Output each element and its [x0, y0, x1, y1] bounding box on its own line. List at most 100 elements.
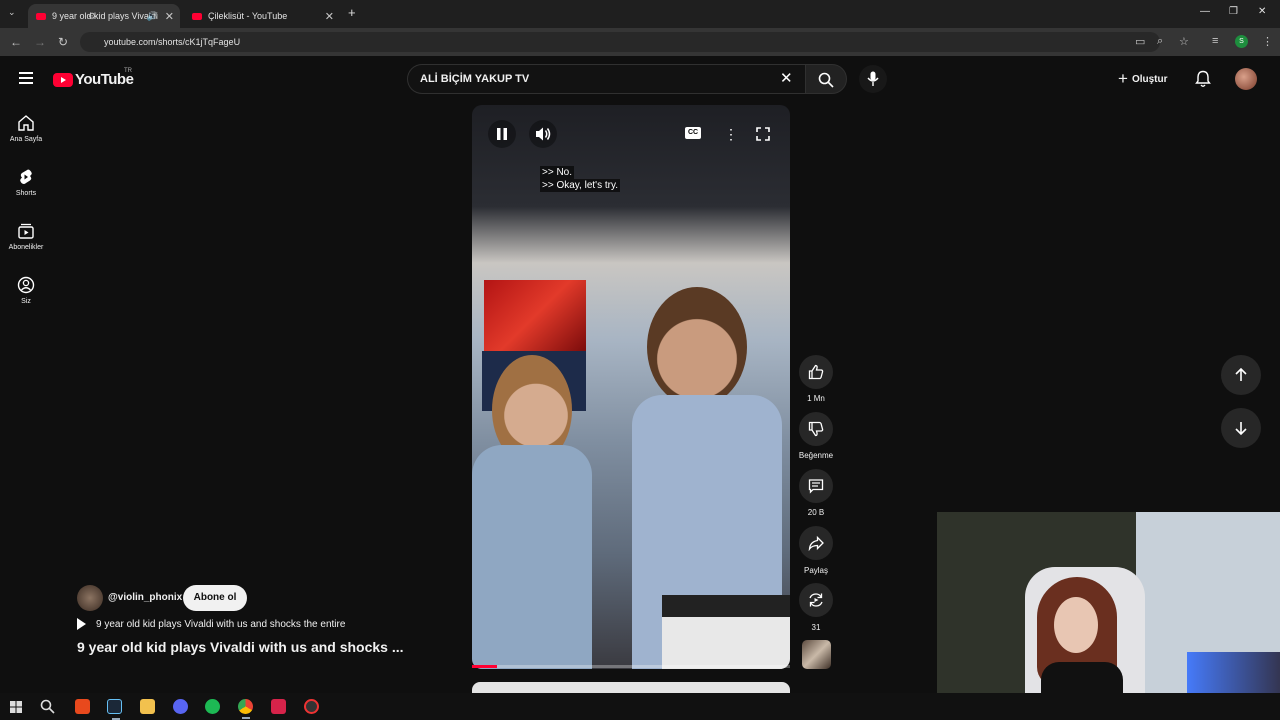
sidebar-item-you[interactable]: Siz	[0, 276, 52, 305]
subscribe-button[interactable]: Abone ol	[183, 585, 247, 611]
steam-icon[interactable]	[107, 699, 122, 720]
account-avatar[interactable]	[1235, 68, 1257, 90]
sidebar-item-label: Abonelikler	[8, 244, 44, 251]
site-info-icon[interactable]: ⚙	[88, 11, 96, 22]
media-controls-icon[interactable]: ≡	[1212, 35, 1218, 47]
minimize-icon[interactable]: —	[1200, 6, 1210, 17]
close-window-icon[interactable]: ✕	[1258, 6, 1266, 17]
play-icon	[77, 618, 86, 630]
url-field[interactable]: youtube.com/shorts/cK1jTqFageU	[80, 32, 1160, 52]
dislike-button[interactable]	[799, 412, 833, 446]
plus-icon: +	[1118, 69, 1128, 88]
share-button[interactable]	[799, 526, 833, 560]
back-icon[interactable]: ←	[10, 35, 22, 49]
comment-icon	[808, 479, 824, 494]
sound-thumbnail[interactable]	[802, 640, 831, 669]
sidebar-item-shorts[interactable]: Shorts	[0, 168, 52, 197]
remix-button[interactable]	[799, 583, 833, 617]
shorts-video-player[interactable]	[472, 105, 790, 669]
create-button[interactable]: + Oluştur	[1112, 67, 1174, 91]
remix-count: 31	[811, 623, 821, 632]
channel-avatar[interactable]	[77, 585, 103, 611]
video-captions: >> No. >> Okay, let's try.	[540, 166, 621, 192]
clear-search-icon[interactable]: ✕	[780, 69, 793, 87]
thumbs-up-icon	[808, 364, 824, 380]
browser-profile-avatar[interactable]: S	[1235, 35, 1248, 48]
youtube-favicon-icon	[192, 12, 202, 20]
captions-button[interactable]: CC	[685, 127, 701, 139]
url-text: youtube.com/shorts/cK1jTqFageU	[104, 37, 241, 47]
like-button[interactable]	[799, 355, 833, 389]
brave-browser-icon[interactable]	[75, 699, 90, 714]
home-icon	[18, 115, 34, 131]
new-tab-icon[interactable]: +	[348, 5, 356, 20]
youtube-logo[interactable]: YouTube TR	[53, 68, 134, 88]
channel-name[interactable]: @violin_phonix	[108, 592, 182, 603]
arrow-down-icon	[1235, 422, 1247, 436]
caption-line: >> No.	[540, 166, 575, 179]
search-button[interactable]	[805, 64, 847, 94]
youtube-play-icon	[53, 72, 73, 87]
forward-icon[interactable]: →	[34, 35, 46, 49]
volume-button[interactable]	[529, 120, 557, 148]
region-code: TR	[124, 68, 132, 74]
sidebar-item-label: Shorts	[15, 190, 37, 197]
pause-button[interactable]	[488, 120, 516, 148]
video-progress-fill	[472, 665, 498, 668]
search-box[interactable]: ALİ BİÇİM YAKUP TV	[407, 64, 805, 94]
voice-search-button[interactable]	[859, 65, 887, 93]
windows-start-icon[interactable]	[10, 701, 22, 713]
previous-short-button[interactable]	[1221, 355, 1261, 395]
search-input[interactable]: ALİ BİÇİM YAKUP TV	[420, 73, 529, 85]
file-explorer-icon[interactable]	[140, 699, 155, 714]
hamburger-menu-icon[interactable]	[19, 72, 33, 87]
zoom-icon[interactable]: ⌕	[1157, 35, 1163, 48]
tab-title: Çileklisüt - YouTube	[208, 11, 288, 21]
fullscreen-icon[interactable]	[756, 127, 770, 141]
dislike-label: Beğenme	[798, 451, 834, 460]
share-label: Paylaş	[803, 566, 828, 575]
pause-icon	[497, 128, 507, 140]
sound-title: 9 year old kid plays Vivaldi with us and…	[96, 618, 346, 630]
windows-taskbar	[0, 693, 1280, 720]
comments-button[interactable]	[799, 469, 833, 503]
tab-vivaldi[interactable]: 9 year old kid plays Vivaldi 🔊 ✕	[28, 4, 180, 28]
close-tab-icon[interactable]: ✕	[165, 10, 174, 23]
speaker-icon[interactable]: 🔊	[147, 11, 158, 22]
chrome-icon[interactable]	[238, 699, 253, 719]
subscriptions-icon	[18, 223, 34, 239]
sidebar-item-home[interactable]: Ana Sayfa	[0, 114, 52, 143]
sidebar-item-subscriptions[interactable]: Abonelikler	[0, 222, 52, 251]
cast-icon[interactable]: ▭	[1135, 35, 1145, 48]
video-scene-piano	[662, 595, 790, 669]
reload-icon[interactable]: ↻	[58, 35, 68, 49]
address-bar: ← → ↻ youtube.com/shorts/cK1jTqFageU ▭ ⌕…	[0, 28, 1280, 56]
video-title: 9 year old kid plays Vivaldi with us and…	[77, 639, 404, 655]
account-icon	[17, 276, 35, 294]
youtube-favicon-icon	[36, 12, 46, 20]
streamer-webcam-overlay	[937, 512, 1280, 720]
spotify-icon[interactable]	[205, 699, 220, 714]
close-tab-icon[interactable]: ✕	[325, 10, 334, 23]
tab-title: 9 year old kid plays Vivaldi	[52, 11, 158, 21]
chrome-menu-icon[interactable]: ⋮	[1262, 35, 1273, 48]
taskbar-search-icon[interactable]	[40, 699, 55, 714]
next-short-button[interactable]	[1221, 408, 1261, 448]
more-options-icon[interactable]: ⋮	[724, 126, 738, 143]
tab-search-icon[interactable]: ⌄	[8, 7, 16, 18]
video-progress-bar[interactable]	[472, 665, 790, 668]
sound-link[interactable]: 9 year old kid plays Vivaldi with us and…	[77, 618, 345, 630]
share-icon	[808, 535, 824, 551]
create-label: Oluştur	[1131, 73, 1168, 85]
notifications-bell-icon[interactable]	[1195, 70, 1211, 88]
bookmark-star-icon[interactable]: ☆	[1179, 35, 1189, 48]
discord-icon[interactable]	[173, 699, 188, 714]
tab-cileklisut[interactable]: Çileklisüt - YouTube ✕	[184, 4, 340, 28]
restore-icon[interactable]: ❐	[1229, 6, 1238, 17]
pocket-icon[interactable]	[271, 699, 286, 714]
obs-icon[interactable]	[304, 699, 319, 714]
search-icon	[818, 72, 834, 88]
remix-icon	[809, 593, 823, 607]
microphone-icon	[867, 71, 879, 86]
arrow-up-icon	[1235, 367, 1247, 381]
